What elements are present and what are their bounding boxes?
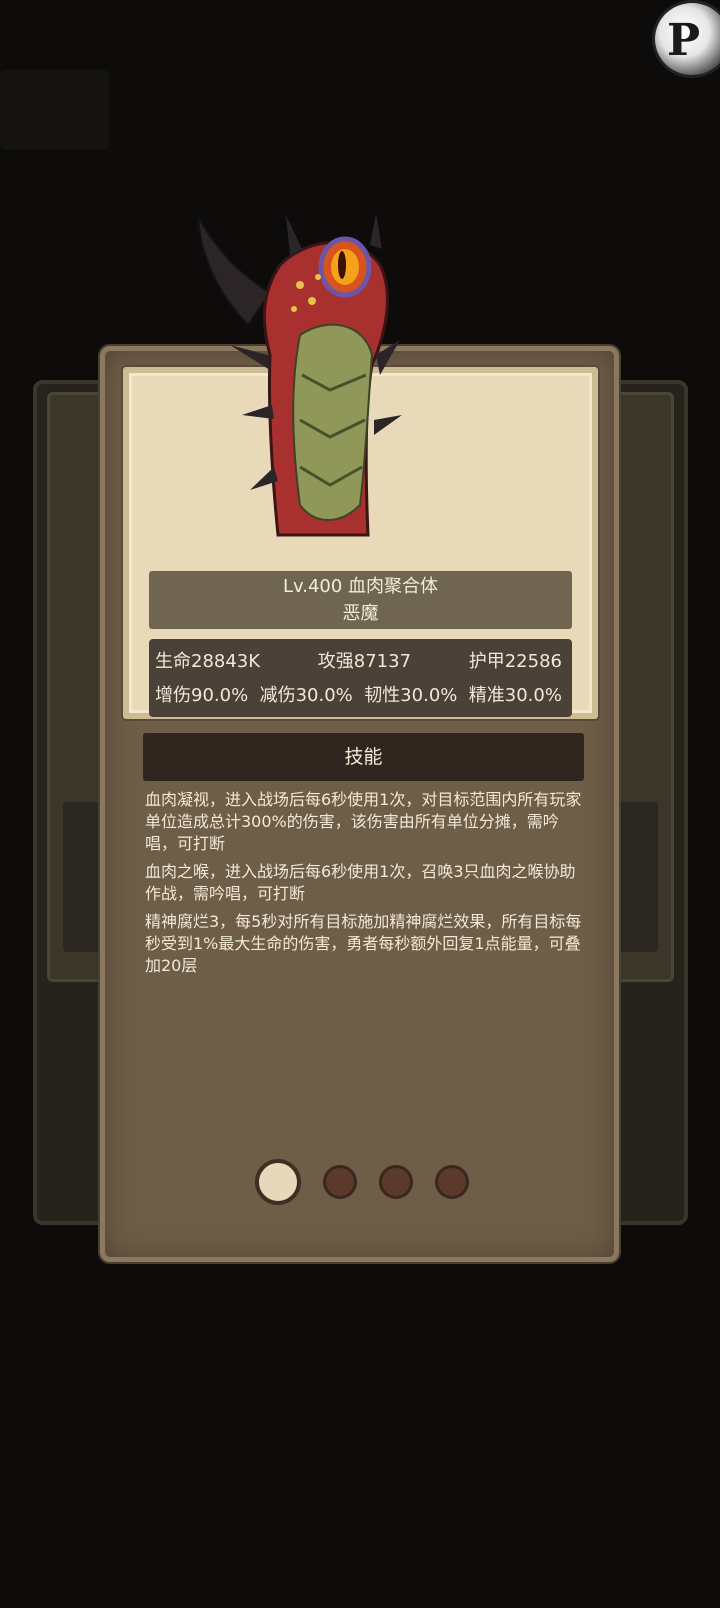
page-indicator [255,1157,469,1207]
corner-badge-glyph: P [667,15,701,66]
stat-attack: 攻强87137 [317,651,412,672]
monster-portrait-icon [197,213,402,537]
stat-hp: 生命28843K [155,651,261,672]
stat-damage-boost: 增伤90.0% [155,685,249,706]
skill-description: 血肉凝视，进入战场后每6秒使用1次，对目标范围内所有玩家单位造成总计300%的伤… [145,790,582,853]
skill-description: 精神腐烂3，每5秒对所有目标施加精神腐烂效果，所有目标每秒受到1%最大生命的伤害… [145,912,582,975]
stats-row-secondary: 增伤90.0% 减伤30.0% 韧性30.0% 精准30.0% [149,679,572,713]
skills-list[interactable]: 血肉凝视，进入战场后每6秒使用1次，对目标范围内所有玩家单位造成总计300%的伤… [145,789,585,983]
page-dot[interactable] [323,1165,357,1199]
page-dot-active[interactable] [255,1159,301,1205]
background-shape [0,70,110,150]
stat-accuracy: 精准30.0% [468,685,562,706]
unit-type: 恶魔 [342,603,379,624]
page-dot[interactable] [435,1165,469,1199]
skill-description: 血肉之喉，进入战场后每6秒使用1次，召唤3只血肉之喉协助作战，需吟唱，可打断 [145,862,576,903]
corner-badge-icon[interactable]: P [652,0,720,78]
unit-name-bar: Lv.400 血肉聚合体 恶魔 [149,571,572,629]
page-dot[interactable] [379,1165,413,1199]
stat-damage-reduction: 减伤30.0% [259,685,353,706]
stat-armor: 护甲22586 [468,651,562,672]
unit-stats: 生命28843K 攻强87137 护甲22586 增伤90.0% 减伤30.0%… [149,639,572,717]
unit-title: Lv.400 血肉聚合体 [282,576,439,597]
stats-row-primary: 生命28843K 攻强87137 护甲22586 [149,645,572,679]
stat-toughness: 韧性30.0% [364,685,458,706]
skills-header: 技能 [143,733,584,781]
